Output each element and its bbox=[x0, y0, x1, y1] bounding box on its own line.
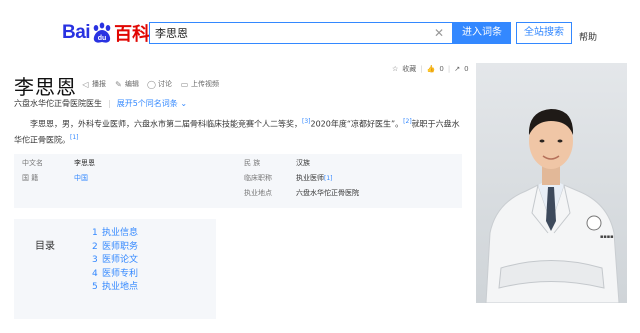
info-box: 中文名 李思恩 国 籍 中国 民 族 汉族 临床职称 执业医师 [1] 执业地点 … bbox=[14, 154, 462, 208]
speaker-icon: ◁ bbox=[82, 79, 89, 89]
logo-bai-text: Bai bbox=[62, 22, 91, 43]
entry-summary: 李思恩，男，外科专业医师，六盘水市第二届骨科临床技能竞赛个人二等奖，[3]202… bbox=[14, 118, 460, 145]
reference-link[interactable]: [1] bbox=[70, 134, 79, 141]
info-row: 临床职称 执业医师 [1] bbox=[244, 171, 333, 185]
toc-list: 1 执业信息 2 医师职务 3 医师论文 4 医师专利 5 执业地点 bbox=[92, 227, 138, 295]
share-icon[interactable]: ↗ bbox=[454, 65, 460, 73]
comment-icon: ◯ bbox=[147, 79, 156, 89]
broadcast-button[interactable]: ◁ 播报 bbox=[81, 79, 106, 89]
clear-icon[interactable]: ✕ bbox=[432, 25, 446, 41]
help-link[interactable]: 帮助 bbox=[579, 30, 597, 43]
logo-paw-icon: du bbox=[91, 22, 113, 44]
discuss-button[interactable]: ◯ 讨论 bbox=[147, 79, 172, 89]
expand-homonyms-link[interactable]: 展开5个同名词条 ⌄ bbox=[117, 98, 187, 109]
divider: | bbox=[108, 99, 111, 108]
logo-baike-text: 百科 bbox=[114, 24, 151, 45]
upload-video-button[interactable]: ▭ 上传视频 bbox=[180, 79, 219, 89]
info-row: 国 籍 中国 bbox=[22, 171, 88, 185]
svg-text:du: du bbox=[98, 35, 107, 42]
enter-entry-button[interactable]: 进入词条 bbox=[453, 22, 511, 44]
reference-link[interactable]: [2] bbox=[403, 118, 412, 125]
toc-item[interactable]: 4 医师专利 bbox=[92, 268, 138, 282]
entry-subtitle: 六盘水华佗正骨医院医生 bbox=[14, 99, 102, 108]
portrait-photo[interactable]: ▪▪▪▪ bbox=[476, 63, 627, 303]
edit-button[interactable]: ✎ 编辑 bbox=[114, 79, 139, 89]
page-title: 李思恩 bbox=[14, 75, 77, 99]
like-icon[interactable]: 👍 bbox=[427, 65, 436, 73]
info-value-link[interactable]: 中国 bbox=[74, 173, 88, 183]
favorite-icon[interactable]: ☆ bbox=[392, 65, 398, 73]
info-row: 民 族 汉族 bbox=[244, 156, 310, 170]
reference-link[interactable]: [1] bbox=[324, 175, 333, 182]
info-label: 执业地点 bbox=[244, 189, 272, 197]
info-label: 中文名 bbox=[22, 159, 43, 167]
info-value: 六盘水华佗正骨医院 bbox=[296, 189, 359, 197]
entry-actions: ◁ 播报 ✎ 编辑 ◯ 讨论 ▭ 上传视频 bbox=[81, 79, 219, 89]
toc-item[interactable]: 3 医师论文 bbox=[92, 254, 138, 268]
info-value: 李思恩 bbox=[74, 159, 95, 167]
table-of-contents: 目录 1 执业信息 2 医师职务 3 医师论文 4 医师专利 5 执业地点 bbox=[14, 219, 216, 319]
video-upload-icon: ▭ bbox=[180, 79, 189, 89]
doctor-portrait-image: ▪▪▪▪ bbox=[476, 63, 627, 303]
info-row: 中文名 李思恩 bbox=[22, 156, 95, 170]
svg-text:▪▪▪▪: ▪▪▪▪ bbox=[600, 234, 614, 240]
divider: | bbox=[447, 65, 451, 73]
search-input[interactable] bbox=[155, 25, 425, 41]
info-label: 国 籍 bbox=[22, 174, 39, 182]
like-count: 0 bbox=[439, 65, 444, 73]
chevron-down-icon: ⌄ bbox=[180, 99, 188, 108]
info-label: 临床职称 bbox=[244, 174, 272, 182]
info-label: 民 族 bbox=[244, 159, 261, 167]
site-search-button[interactable]: 全站搜索 bbox=[516, 22, 572, 44]
baidu-baike-logo[interactable]: Bai du 百科 bbox=[62, 20, 150, 46]
info-value: 汉族 bbox=[296, 159, 310, 167]
entry-subtitle-row: 六盘水华佗正骨医院医生 | 展开5个同名词条 ⌄ bbox=[14, 98, 187, 109]
toc-item[interactable]: 5 执业地点 bbox=[92, 281, 138, 295]
share-count: 0 bbox=[464, 65, 469, 73]
divider: | bbox=[420, 65, 423, 73]
toc-title: 目录 bbox=[35, 241, 55, 252]
search-box: ✕ bbox=[149, 22, 453, 44]
favorite-label[interactable]: 收藏 bbox=[402, 64, 416, 74]
entry-tools: ☆ 收藏 | 👍 0 | ↗ 0 bbox=[392, 64, 469, 74]
info-row: 执业地点 六盘水华佗正骨医院 bbox=[244, 186, 359, 200]
info-value: 执业医师 bbox=[296, 174, 324, 182]
reference-link[interactable]: [3] bbox=[302, 118, 311, 125]
toc-item[interactable]: 1 执业信息 bbox=[92, 227, 138, 241]
edit-icon: ✎ bbox=[115, 79, 122, 89]
toc-item[interactable]: 2 医师职务 bbox=[92, 241, 138, 255]
